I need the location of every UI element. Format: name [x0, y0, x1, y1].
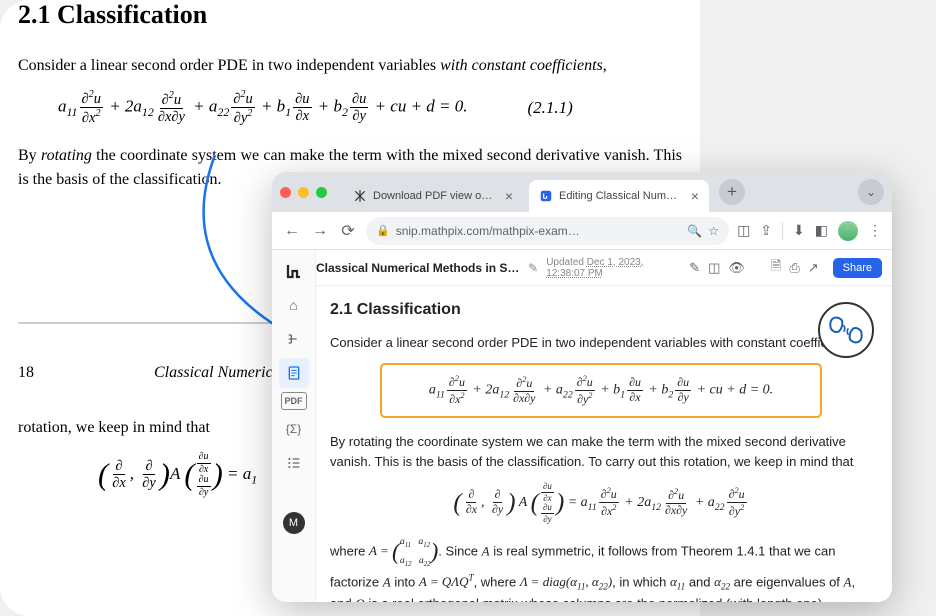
window-controls — [280, 187, 327, 198]
url-text: snip.mathpix.com/mathpix-exam… — [396, 224, 682, 238]
page-icon[interactable]: 🗎 — [771, 257, 781, 279]
p3g: and — [685, 574, 714, 589]
editor-content[interactable]: 2.1 Classification Consider a linear sec… — [272, 286, 892, 602]
content-para1: Consider a linear second order PDE in tw… — [330, 333, 872, 353]
tab-title-1: Editing Classical Numerical M — [559, 190, 681, 202]
tabs-overflow-button[interactable]: ⌄ — [858, 179, 884, 205]
menu-icon[interactable]: ⋮ — [868, 222, 882, 239]
bg-para1: Consider a linear second order PDE in tw… — [18, 54, 682, 78]
bookmark-icon[interactable]: ☆ — [708, 224, 719, 238]
content-heading: 2.1 Classification — [330, 298, 872, 323]
bg-para2-a: By — [18, 147, 41, 164]
content-para3: where A = (a11 a12a12 a22). Since A is r… — [330, 534, 872, 602]
share-button[interactable]: Share — [833, 258, 882, 278]
bg-para1-em: with constant coefficients, — [440, 57, 607, 74]
split-view-icon[interactable]: ◫ — [708, 260, 720, 276]
p3d: into — [391, 574, 419, 589]
mathpix-favicon — [539, 189, 553, 203]
forward-button[interactable]: → — [310, 222, 330, 240]
address-bar: ← → ⟳ 🔒 snip.mathpix.com/mathpix-exam… 🔍… — [272, 212, 892, 250]
minimize-window-button[interactable] — [298, 187, 309, 198]
present-icon[interactable]: ⎙ — [789, 260, 799, 276]
search-icon[interactable]: 🔍 — [687, 224, 702, 238]
page-number: 18 — [18, 364, 34, 382]
bg-para2-em: rotating — [41, 147, 92, 164]
grok-favicon — [353, 189, 367, 203]
preview-icon[interactable]: 👁 — [728, 260, 745, 276]
highlighted-equation[interactable]: a11∂2u∂x2 + 2a12∂2u∂x∂y + a22∂2u∂y2 + b1… — [380, 363, 822, 418]
url-input[interactable]: 🔒 snip.mathpix.com/mathpix-exam… 🔍 ☆ — [366, 217, 729, 245]
equation-2: (∂∂x, ∂∂y) A (∂u∂x∂u∂y) = a11∂2u∂x2 + 2a… — [330, 482, 872, 524]
toolbar-icons: ◫ ⇪ ⬇ ◧ ⋮ — [737, 221, 882, 241]
edit-mode-icon[interactable]: ✎ — [689, 260, 700, 276]
extension-icon[interactable]: ◫ — [737, 222, 750, 239]
close-window-button[interactable] — [280, 187, 291, 198]
send-tab-icon[interactable]: ⇪ — [760, 222, 772, 239]
tab-bar: Download PDF view of the fil × Editing C… — [272, 172, 892, 212]
logo-icon[interactable] — [279, 256, 309, 286]
bg-eq-label: (2.1.1) — [528, 98, 573, 118]
tab-title-0: Download PDF view of the fil — [373, 190, 495, 202]
browser-window: Download PDF view of the fil × Editing C… — [272, 172, 892, 602]
bg-eq-body: a11∂2u∂x2 + 2a12∂2u∂x∂y + a22∂2u∂y2 + b1… — [58, 90, 468, 126]
tab-editing-classical[interactable]: Editing Classical Numerical M × — [529, 180, 709, 212]
bg-eq2-body: (∂∂x, ∂∂y)A (∂u∂x∂u∂y) = a1 — [98, 452, 257, 498]
rename-icon[interactable]: ✎ — [528, 261, 538, 275]
updated-label: Updated — [546, 257, 584, 268]
doc-title: Classical Numerical Methods in Scientifi… — [316, 261, 520, 275]
p3b: . Since — [438, 543, 481, 558]
content-para2: By rotating the coordinate system we can… — [330, 432, 872, 472]
tab-download-pdf[interactable]: Download PDF view of the fil × — [343, 180, 523, 212]
separator — [782, 222, 783, 240]
bg-heading: 2.1 Classification — [18, 0, 682, 30]
reload-button[interactable]: ⟳ — [338, 221, 358, 241]
export-icon[interactable]: ↗ — [808, 260, 819, 276]
header-actions: ✎ ◫ 👁 🗎 ⎙ ↗ Share — [689, 257, 882, 279]
voice-bubble-icon[interactable] — [818, 302, 874, 358]
p3h: are eigenvalues of — [730, 574, 843, 589]
p3a: where — [330, 543, 369, 558]
new-tab-button[interactable]: + — [719, 179, 745, 205]
maximize-window-button[interactable] — [316, 187, 327, 198]
profile-avatar[interactable] — [838, 221, 858, 241]
back-button[interactable]: ← — [282, 222, 302, 240]
para1-text: Consider a linear second order PDE in tw… — [330, 335, 858, 350]
p3f: , in which — [612, 574, 670, 589]
close-tab-icon[interactable]: × — [505, 188, 513, 204]
p3e: , where — [474, 574, 520, 589]
app-header: Classical Numerical Methods in Scientifi… — [272, 250, 892, 286]
download-icon[interactable]: ⬇ — [793, 222, 805, 239]
lock-icon: 🔒 — [376, 224, 390, 237]
updated-text: Updated Dec 1, 2023, 12:38:07 PM — [546, 257, 673, 279]
bg-equation: a11∂2u∂x2 + 2a12∂2u∂x∂y + a22∂2u∂y2 + b1… — [58, 90, 682, 126]
sidepanel-icon[interactable]: ◧ — [815, 222, 828, 239]
p3j: is a real orthogonal matrix whose column… — [330, 596, 822, 602]
bg-para1-text: Consider a linear second order PDE in tw… — [18, 57, 440, 74]
close-tab-icon[interactable]: × — [691, 188, 699, 204]
